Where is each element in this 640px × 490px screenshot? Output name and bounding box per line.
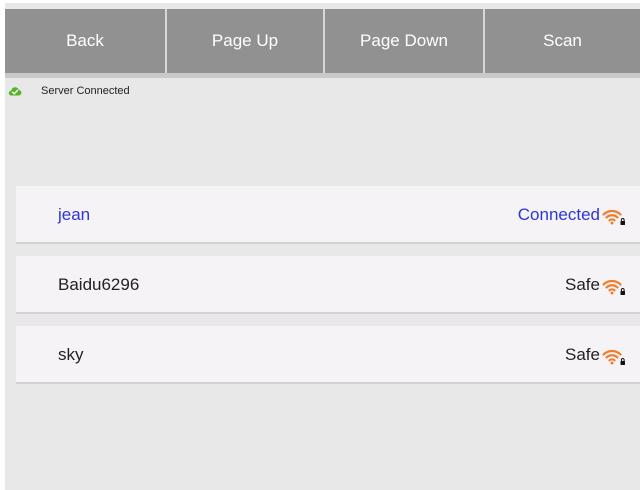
network-state: Safe: [565, 275, 600, 294]
wifi-locked-icon: [602, 349, 625, 365]
network-state: Connected: [517, 205, 600, 224]
wifi-network-list: jean Connected Baidu6296 Safe sky Safe: [16, 186, 640, 396]
app-screen: Back Page Up Page Down Scan Server Conne…: [5, 3, 640, 490]
wifi-network-row[interactable]: sky Safe: [16, 326, 640, 384]
wifi-locked-icon: [602, 209, 625, 225]
server-status: Server Connected: [8, 83, 130, 99]
cloud-check-icon: [8, 87, 22, 96]
network-ssid: sky: [58, 345, 84, 364]
wifi-locked-icon: [602, 279, 625, 295]
wifi-network-row[interactable]: Baidu6296 Safe: [16, 256, 640, 314]
back-button[interactable]: Back: [5, 9, 167, 73]
network-ssid: jean: [58, 205, 91, 224]
scan-button[interactable]: Scan: [485, 9, 640, 73]
server-status-text: Server Connected: [41, 85, 130, 97]
toolbar: Back Page Up Page Down Scan: [5, 9, 640, 73]
page-down-button[interactable]: Page Down: [325, 9, 485, 73]
network-state: Safe: [565, 345, 600, 364]
wifi-network-row[interactable]: jean Connected: [16, 186, 640, 244]
page-up-button[interactable]: Page Up: [167, 9, 325, 73]
toolbar-divider: [5, 73, 640, 78]
network-ssid: Baidu6296: [58, 275, 140, 294]
